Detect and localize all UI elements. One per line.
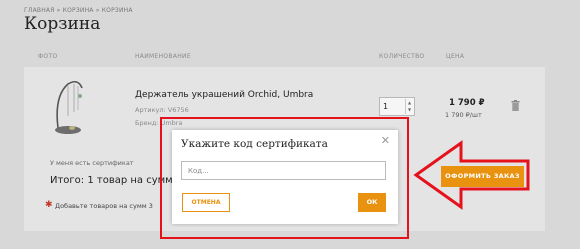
column-header-quantity: КОЛИЧЕСТВО — [379, 53, 425, 60]
product-unit-price: 1 790 ₽/шт — [445, 111, 482, 119]
certificate-dialog: Укажите код сертификата ✕ ОТМЕНА ОК — [172, 130, 398, 224]
close-icon[interactable]: ✕ — [381, 134, 390, 147]
stepper-arrows-icon[interactable]: ▲ ▼ — [405, 99, 413, 114]
product-sku: Артикул: V6756 — [135, 106, 189, 114]
column-header-price: ЦЕНА — [446, 53, 465, 60]
dialog-title: Укажите код сертификата — [181, 138, 328, 150]
product-price: 1 790 ₽ — [449, 98, 485, 108]
column-header-name: НАИМЕНОВАНИЕ — [135, 53, 191, 60]
product-name[interactable]: Держатель украшений Orchid, Umbra — [135, 90, 313, 100]
ok-button[interactable]: ОК — [358, 193, 386, 212]
cancel-button[interactable]: ОТМЕНА — [182, 193, 230, 212]
minimum-order-hint: Добавьте товаров на сумм 3 — [55, 202, 153, 210]
arrow-annotation-icon — [413, 140, 530, 210]
certificate-link[interactable]: У меня есть сертификат — [50, 159, 134, 167]
certificate-code-input[interactable] — [181, 161, 386, 180]
asterisk-icon: ✱ — [45, 200, 53, 210]
quantity-value: 1 — [383, 102, 389, 111]
quantity-stepper[interactable]: 1 ▲ ▼ — [379, 97, 415, 116]
column-header-photo: ФОТО — [38, 53, 58, 60]
breadcrumb[interactable]: ГЛАВНАЯ » КОРЗИНА » КОРЗИНА — [24, 7, 133, 14]
page-title: Корзина — [24, 14, 101, 34]
product-image[interactable] — [50, 76, 90, 136]
trash-icon[interactable] — [511, 100, 520, 111]
